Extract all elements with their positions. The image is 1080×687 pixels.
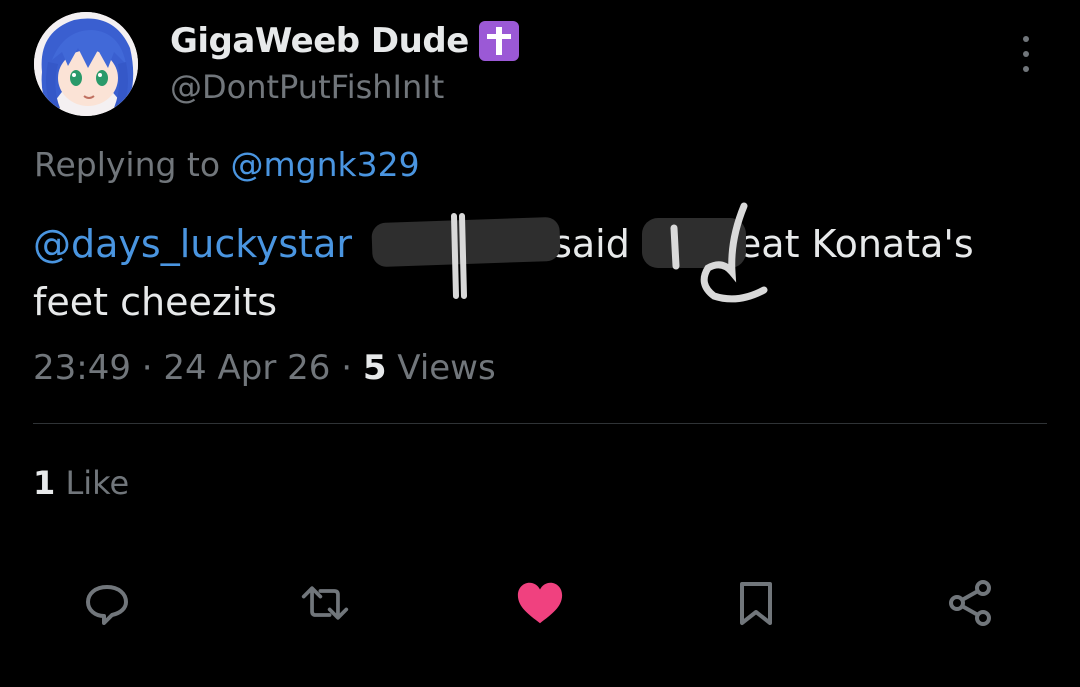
avatar[interactable] [34,12,138,116]
tweet-date[interactable]: 24 Apr 26 [163,348,330,388]
author-display-name[interactable]: GigaWeeb Dude [170,21,469,61]
tweet-time[interactable]: 23:49 [33,348,131,388]
tweet-text-fragment: eat Konata's [737,222,974,266]
share-nodes-icon[interactable] [946,578,996,628]
replying-to-line: Replying to @mgnk329 [34,145,420,184]
redaction-mark [642,218,746,268]
repost-arrows-icon[interactable] [300,578,350,628]
tweet-mention-link[interactable]: @days_luckystar [33,222,352,266]
more-options-icon[interactable] [1012,36,1040,72]
views-count: 5 [362,348,387,388]
replying-to-label: Replying to [34,145,231,184]
tweet-meta: 23:49 · 24 Apr 26 · 5 Views [33,348,496,388]
author-name-row[interactable]: GigaWeeb Dude [170,20,519,62]
views-label: Views [386,348,496,388]
likes-summary[interactable]: 1 Like [33,464,129,502]
speech-bubble-icon[interactable] [82,578,132,628]
author-handle[interactable]: @DontPutFishInIt [170,68,444,106]
divider [33,423,1047,424]
likes-label: Like [55,464,130,502]
heart-icon[interactable] [515,578,565,628]
replying-to-mention-link[interactable]: @mgnk329 [231,145,420,184]
tweet-text-fragment: feet cheezits [33,280,278,324]
bookmark-icon[interactable] [731,578,781,628]
likes-count: 1 [33,464,56,502]
redaction-mark [371,216,561,268]
latin-cross-icon [478,21,519,61]
